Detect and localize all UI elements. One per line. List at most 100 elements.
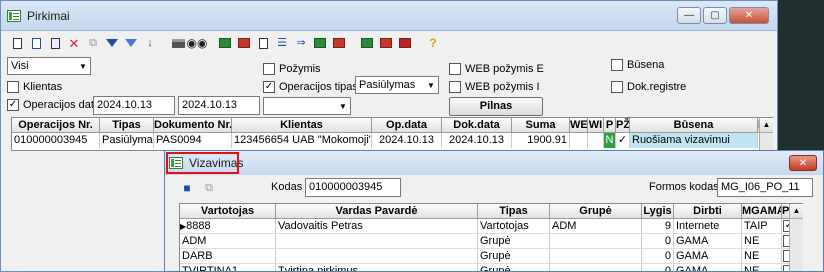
- cell: DARB: [180, 249, 276, 263]
- col-header[interactable]: Tipas: [100, 118, 154, 132]
- cell: GAMA: [674, 264, 742, 271]
- window-icon[interactable]: [255, 36, 271, 50]
- cell: ▶8888: [180, 219, 276, 233]
- col-header[interactable]: PŽ: [616, 118, 630, 132]
- col-header[interactable]: Suma: [512, 118, 570, 132]
- web-pozymis-i-checkbox[interactable]: WEB požymis I: [449, 81, 540, 93]
- export-icon[interactable]: [217, 36, 233, 50]
- operations-grid: Operacijos Nr. Tipas Dokumento Nr. Klien…: [11, 117, 773, 151]
- date-from-field[interactable]: 2024.10.13: [93, 96, 175, 115]
- col-header[interactable]: WI: [588, 118, 604, 132]
- binoculars-icon[interactable]: ◉◉: [187, 36, 208, 50]
- print-icon[interactable]: [170, 36, 186, 50]
- scroll-up-icon[interactable]: ▲: [760, 118, 773, 133]
- cell: PAS0094: [154, 133, 232, 148]
- cell: 010000003945: [12, 133, 100, 148]
- col-header[interactable]: Tipas: [478, 204, 550, 218]
- cell: [550, 264, 642, 271]
- col-header[interactable]: Klientas: [232, 118, 372, 132]
- dialog-grid-scrollbar[interactable]: ▲: [789, 204, 803, 271]
- transfer-icon[interactable]: ⇒: [293, 36, 309, 50]
- filter-edit-icon[interactable]: [123, 36, 139, 50]
- list-icon[interactable]: ☰: [274, 36, 290, 50]
- stack-icon[interactable]: [312, 36, 328, 50]
- dialog-titlebar: Vizavimas ✕: [165, 151, 823, 175]
- edit-doc-icon[interactable]: [47, 36, 63, 50]
- filter-icon[interactable]: [104, 36, 120, 50]
- save-icon[interactable]: ■: [179, 181, 195, 195]
- chevron-down-icon: ▼: [79, 61, 87, 71]
- col-header[interactable]: Vardas Pavardė: [276, 204, 478, 218]
- col-header[interactable]: Vartotojas: [180, 204, 276, 218]
- operacijos-tipas-checkbox[interactable]: ✓ Operacijos tipas: [263, 81, 358, 93]
- stack-del-icon[interactable]: [397, 36, 413, 50]
- table-row[interactable]: ADM Grupė 0 GAMA NE: [180, 234, 802, 249]
- new-doc-icon[interactable]: [9, 36, 25, 50]
- cell: 0: [642, 264, 674, 271]
- col-header[interactable]: Dok.data: [442, 118, 512, 132]
- copy-icon[interactable]: ⧉: [201, 181, 217, 195]
- col-header[interactable]: Op.data: [372, 118, 442, 132]
- col-header[interactable]: MGAMA: [742, 204, 782, 218]
- date-to-field[interactable]: 2024.10.13: [178, 96, 260, 115]
- checkbox-box: [263, 63, 275, 75]
- stack-edit-icon[interactable]: [331, 36, 347, 50]
- delete-icon[interactable]: ✕: [66, 36, 82, 50]
- busena-checkbox[interactable]: Būsena: [611, 59, 664, 71]
- view-select[interactable]: Visi ▼: [7, 57, 91, 75]
- kodas-field[interactable]: 010000003945: [305, 178, 401, 197]
- operacijos-data-label: Operacijos data: [23, 99, 101, 111]
- cell: Grupė: [478, 264, 550, 271]
- operacijos-tipas-label: Operacijos tipas: [279, 81, 358, 93]
- scroll-up-icon[interactable]: ▲: [790, 204, 803, 219]
- checkbox-box: ✓: [263, 81, 275, 93]
- stack-add-icon[interactable]: [359, 36, 375, 50]
- col-header[interactable]: Dokumento Nr.: [154, 118, 232, 132]
- table-row[interactable]: ▶8888 Vadovaitis Petras Vartotojas ADM 9…: [180, 219, 802, 234]
- web-pozymis-e-checkbox[interactable]: WEB požymis E: [449, 63, 544, 75]
- main-grid-scrollbar[interactable]: ▲: [759, 118, 773, 150]
- checkbox-cell[interactable]: ✓: [616, 133, 630, 148]
- cell: TVIRTINA1: [180, 264, 276, 271]
- dok-registre-checkbox[interactable]: Dok.registre: [611, 81, 686, 93]
- copy-doc-icon[interactable]: [28, 36, 44, 50]
- close-button[interactable]: ✕: [729, 7, 769, 24]
- dok-registre-label: Dok.registre: [627, 81, 687, 93]
- main-titlebar: Pirkimai — ▢ ✕: [1, 1, 777, 31]
- sort-icon[interactable]: ↓: [142, 36, 158, 50]
- table-row[interactable]: 010000003945 Pasiūlymas PAS0094 12345665…: [12, 133, 772, 148]
- pozymis-checkbox[interactable]: Požymis: [263, 63, 321, 75]
- col-header[interactable]: Būsena: [630, 118, 758, 132]
- chevron-down-icon: ▼: [339, 101, 347, 111]
- operacijos-tipas-select[interactable]: Pasiūlymas ▼: [355, 76, 439, 94]
- col-header[interactable]: P: [604, 118, 616, 132]
- minimize-button[interactable]: —: [677, 7, 701, 24]
- cell: 123456654 UAB "Mokomoji": [232, 133, 372, 148]
- table-row[interactable]: TVIRTINA1 Tvirtina pirkimus Grupė 0 GAMA…: [180, 264, 802, 271]
- formos-kodas-field[interactable]: MG_I06_PO_11: [717, 178, 813, 197]
- help-icon[interactable]: ?: [425, 36, 441, 50]
- cell: NE: [742, 234, 782, 248]
- secondary-select[interactable]: ▼: [263, 97, 351, 115]
- checkbox-box: ✓: [7, 99, 19, 111]
- stack-sub-icon[interactable]: [378, 36, 394, 50]
- cell: [570, 133, 588, 148]
- klientas-checkbox[interactable]: Klientas: [7, 81, 62, 93]
- checkbox-box: [611, 59, 623, 71]
- col-header[interactable]: WE: [570, 118, 588, 132]
- col-header[interactable]: Lygis: [642, 204, 674, 218]
- col-header[interactable]: Dirbti: [674, 204, 742, 218]
- import-icon[interactable]: [236, 36, 252, 50]
- pilnas-perkelimas-button[interactable]: Pilnas perkėlimas: [449, 97, 543, 129]
- table-row[interactable]: DARB Grupė 0 GAMA NE: [180, 249, 802, 264]
- cell: ADM: [180, 234, 276, 248]
- copy-icon[interactable]: ⧉: [85, 36, 101, 50]
- web-pozymis-i-label: WEB požymis I: [465, 81, 540, 93]
- dialog-close-button[interactable]: ✕: [789, 155, 817, 171]
- col-header[interactable]: Operacijos Nr.: [12, 118, 100, 132]
- col-header[interactable]: Grupė: [550, 204, 642, 218]
- app-icon: [7, 9, 21, 22]
- operacijos-data-checkbox[interactable]: ✓ Operacijos data: [7, 99, 100, 111]
- cell: Pasiūlymas: [102, 133, 154, 148]
- maximize-button[interactable]: ▢: [703, 7, 727, 24]
